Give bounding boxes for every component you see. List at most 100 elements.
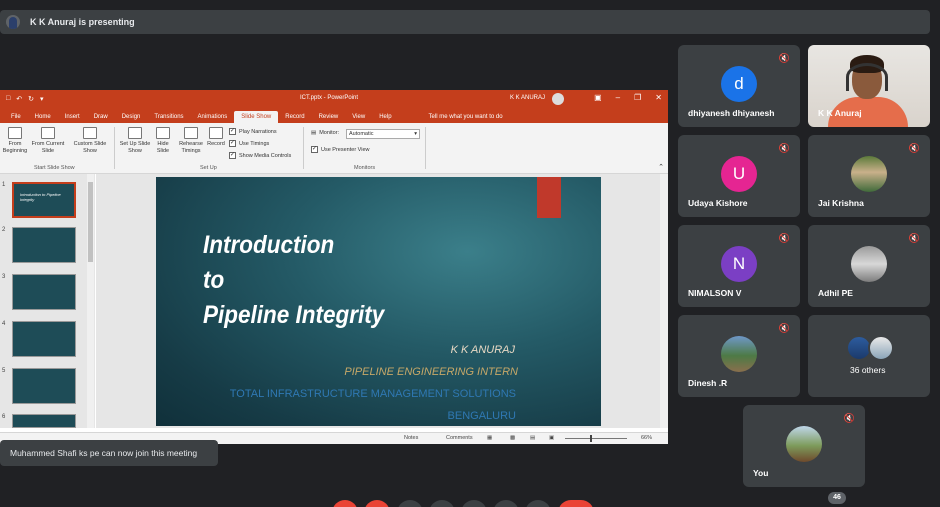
tab-draw[interactable]: Draw: [87, 111, 115, 123]
thumb-number: 2: [2, 227, 6, 233]
participant-name: NIMALSON V: [688, 288, 742, 298]
avatar: [851, 246, 887, 282]
tab-animations[interactable]: Animations: [191, 111, 235, 123]
ribbon-tabs: File Home Insert Draw Design Transitions…: [0, 108, 668, 123]
tab-view[interactable]: View: [345, 111, 372, 123]
others-tile[interactable]: 36 others: [808, 315, 930, 397]
checkbox-checked: ✓: [229, 128, 236, 135]
group-label-monitors: Monitors: [354, 165, 376, 171]
customize-icon[interactable]: ▾: [40, 95, 44, 103]
participant-tile[interactable]: 🔇 Dinesh .R: [678, 315, 800, 397]
participant-tile[interactable]: 🔇 N NIMALSON V: [678, 225, 800, 307]
participant-tile[interactable]: 🔇 Adhil PE: [808, 225, 930, 307]
reactions-button[interactable]: [525, 500, 551, 507]
tell-me-search[interactable]: Tell me what you want to do: [429, 111, 503, 123]
slide-accent-bar: [537, 177, 561, 218]
powerpoint-window[interactable]: □ ↶ ↻ ▾ ICT.pptx - PowerPoint K K ANURAJ…: [0, 90, 668, 444]
notification-text: Muhammed Shafi ks pe can now join this m…: [10, 448, 198, 458]
redo-icon[interactable]: ↻: [28, 95, 34, 103]
mic-off-icon: 🔇: [908, 143, 920, 153]
custom-show-button[interactable]: Custom Slide Show: [70, 127, 110, 155]
tab-slide-show[interactable]: Slide Show: [234, 111, 279, 123]
monitor-icon: ▤: [311, 130, 317, 136]
thumb-title: Introduction to Pipeline Integrity: [20, 192, 61, 202]
mic-button[interactable]: [332, 500, 358, 507]
play-narrations-checkbox[interactable]: ✓ Play Narrations: [229, 128, 277, 135]
participant-tile[interactable]: 🔇 d dhiyanesh dhiyanesh: [678, 45, 800, 127]
user-avatar[interactable]: [552, 93, 564, 105]
meeting-screen: K K Anuraj is presenting □ ↶ ↻ ▾ ICT.ppt…: [0, 0, 940, 507]
slide-thumbnail[interactable]: [12, 321, 76, 357]
collapse-ribbon-icon[interactable]: ⌃: [658, 163, 664, 171]
thumb-number: 5: [2, 368, 6, 374]
tab-design[interactable]: Design: [115, 111, 148, 123]
slide-title-line: Introduction: [203, 231, 335, 259]
tab-home[interactable]: Home: [28, 111, 58, 123]
normal-view-icon[interactable]: ▦: [487, 435, 492, 441]
slide-thumbnail[interactable]: [12, 368, 76, 404]
leave-call-button[interactable]: [558, 500, 594, 507]
show-media-checkbox[interactable]: ✓ Show Media Controls: [229, 152, 291, 159]
comments-button[interactable]: Comments: [446, 435, 473, 441]
hide-slide-icon: [156, 127, 170, 139]
others-count-label: 36 others: [850, 365, 886, 375]
present-button[interactable]: [461, 500, 487, 507]
save-icon[interactable]: □: [6, 95, 10, 103]
tab-record[interactable]: Record: [278, 111, 311, 123]
thumbnail-scrollbar[interactable]: [87, 174, 94, 428]
more-options-button[interactable]: [493, 500, 519, 507]
from-beginning-button[interactable]: From Beginning: [2, 127, 28, 155]
participant-tile[interactable]: 🔇 Jai Krishna: [808, 135, 930, 217]
slide-thumbnail[interactable]: Introduction to Pipeline Integrity: [12, 182, 76, 218]
others-avatars: [846, 335, 896, 361]
tab-transitions[interactable]: Transitions: [147, 111, 190, 123]
group-label-setup: Set Up: [200, 165, 217, 171]
self-tile[interactable]: 🔇 You: [743, 405, 865, 487]
reading-view-icon[interactable]: ▤: [530, 435, 535, 441]
restore-icon[interactable]: ❐: [634, 93, 641, 102]
ribbon-separator: [303, 127, 304, 169]
avatar: [868, 335, 894, 361]
monitor-select[interactable]: Automatic ▾: [346, 129, 420, 139]
minimize-icon[interactable]: –: [616, 93, 620, 102]
tab-review[interactable]: Review: [312, 111, 346, 123]
close-icon[interactable]: ✕: [655, 93, 662, 102]
undo-icon[interactable]: ↶: [16, 95, 22, 103]
raise-hand-button[interactable]: [429, 500, 455, 507]
tab-insert[interactable]: Insert: [58, 111, 87, 123]
camera-button[interactable]: [364, 500, 390, 507]
tab-file[interactable]: File: [4, 111, 28, 123]
current-slide[interactable]: Introduction to Pipeline Integrity K K A…: [156, 177, 601, 426]
avatar: N: [721, 246, 757, 282]
hide-slide-button[interactable]: Hide Slide: [152, 127, 174, 155]
ribbon-display-icon[interactable]: ▣: [594, 93, 602, 102]
mic-off-icon: 🔇: [908, 233, 920, 243]
slide-thumbnail[interactable]: [12, 414, 76, 428]
slide-thumbnail[interactable]: [12, 274, 76, 310]
mic-off-icon: 🔇: [778, 233, 790, 243]
slideshow-view-icon[interactable]: ▣: [549, 435, 554, 441]
notes-button[interactable]: Notes: [404, 435, 418, 441]
slide-title: Introduction to Pipeline Integrity: [203, 228, 404, 333]
zoom-slider-thumb[interactable]: [590, 435, 592, 442]
slide-thumbnail[interactable]: [12, 227, 76, 263]
slide-sorter-icon[interactable]: ▩: [510, 435, 515, 441]
from-current-button[interactable]: From Current Slide: [30, 127, 66, 155]
slide-thumbnail-pane: 1 Introduction to Pipeline Integrity 2 3…: [0, 174, 95, 428]
tab-help[interactable]: Help: [372, 111, 398, 123]
record-button[interactable]: Record: [205, 127, 227, 148]
avatar: [786, 426, 822, 462]
slide-company: TOTAL INFRASTRUCTURE MANAGEMENT SOLUTION…: [229, 388, 516, 400]
set-up-show-button[interactable]: Set Up Slide Show: [118, 127, 152, 155]
presenter-view-checkbox[interactable]: ✓ Use Presenter View: [311, 146, 370, 153]
scrollbar-thumb[interactable]: [88, 182, 93, 262]
use-timings-checkbox[interactable]: ✓ Use Timings: [229, 140, 269, 147]
zoom-level[interactable]: 66%: [641, 435, 652, 441]
participant-tile-video[interactable]: K K Anuraj: [808, 45, 930, 127]
slide-scrollbar[interactable]: [660, 174, 668, 428]
rehearse-button[interactable]: Rehearse Timings: [176, 127, 206, 155]
zoom-slider[interactable]: [565, 438, 627, 439]
participant-tile[interactable]: 🔇 U Udaya Kishore: [678, 135, 800, 217]
chevron-down-icon: ▾: [414, 131, 417, 137]
captions-button[interactable]: [397, 500, 423, 507]
